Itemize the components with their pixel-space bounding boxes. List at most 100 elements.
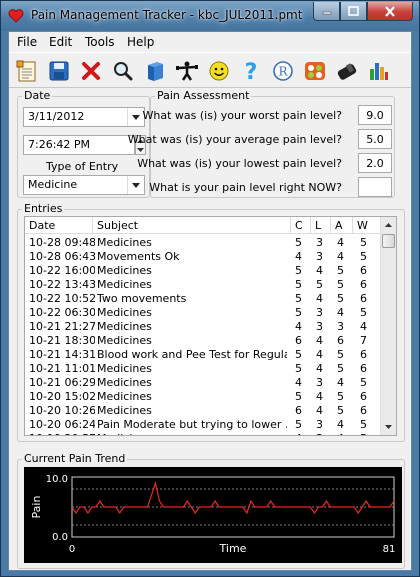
table-row[interactable]: 10-19 20:57Medicines 4 3 4 5 [25,432,381,435]
table-row[interactable]: 10-21 21:27 Medicines 4 3 3 4 [25,320,381,334]
search-button[interactable] [109,57,137,85]
exercise-button[interactable] [173,57,201,85]
book-icon [148,62,163,81]
row-date: 10-21 06:29 [29,376,95,389]
entry-type-select[interactable]: Medicine [23,175,145,195]
row-l: 5 [316,278,323,291]
row-a: 3 [337,320,344,333]
table-row[interactable]: 10-28 06:43 Movements Ok 4 3 4 5 [25,250,381,264]
medication-button[interactable] [333,57,361,85]
minimize-icon [322,11,331,15]
row-w: 4 [360,320,367,333]
reports-button[interactable] [365,57,393,85]
prescription-button[interactable]: R [269,57,297,85]
table-row[interactable]: 10-22 13:43 Medicines 5 5 5 6 [25,278,381,292]
row-w: 6 [360,348,367,361]
row-subject: Medicines [97,236,152,249]
row-a: 4 [337,306,344,319]
table-row[interactable]: 10-20 10:26 Medicines 6 4 5 6 [25,404,381,418]
table-row[interactable]: 10-21 11:01 Medicines 5 4 5 6 [25,362,381,376]
table-row[interactable]: 10-28 09:48 Medicines 5 3 4 5 [25,236,381,250]
current-pain-input[interactable] [358,177,392,197]
lowest-pain-input[interactable]: 2.0 [358,153,392,173]
journal-button[interactable] [141,57,169,85]
column-header-l[interactable]: L [311,217,331,234]
scroll-thumb[interactable] [382,234,395,248]
row-subject: Movements Ok [97,250,180,263]
row-a: 5 [337,278,344,291]
column-header-a[interactable]: A [331,217,353,234]
minimize-button[interactable] [313,2,340,21]
table-row[interactable]: 10-21 14:31 Blood work and Pee Test for R… [25,348,381,362]
row-date: 10-20 10:26 [29,404,95,417]
table-row[interactable]: 10-20 15:02 Medicines 5 4 5 6 [25,390,381,404]
date-group: Date 3/11/2012 7:26:42 PM Type of Entry … [17,89,150,198]
row-date: 10-21 14:31 [29,348,95,361]
help-button[interactable]: ? [237,57,265,85]
menu-edit[interactable]: Edit [47,35,74,49]
row-date: 10-21 18:30 [29,334,95,347]
menu-tools[interactable]: Tools [83,35,117,49]
pain-trend-chart: 10.0 0.0 Pain 0 81 Time [24,467,402,563]
menu-file[interactable]: File [15,35,39,49]
help-question-icon: ? [245,60,258,83]
column-header-c[interactable]: C [291,217,311,234]
new-entry-button[interactable] [13,57,41,85]
row-subject: Medicines [97,278,152,291]
scroll-down-icon[interactable] [381,420,396,434]
bar-chart-icon [370,63,388,80]
table-row[interactable]: 10-22 16:00 Medicines 5 4 5 6 [25,264,381,278]
toolbar: ? R [9,52,411,88]
delete-x-icon [82,62,100,80]
table-row[interactable]: 10-21 18:30 Medicines 6 4 6 7 [25,334,381,348]
row-c: 4 [295,432,309,435]
row-c: 6 [295,404,302,417]
close-button[interactable] [367,2,413,21]
average-pain-input[interactable]: 5.0 [358,129,392,149]
entries-list-header: Date Subject C L A W [25,217,381,234]
row-date: 10-28 06:43 [29,250,95,263]
entries-list[interactable]: Date Subject C L A W 10-28 09:48 Medicine… [24,216,397,436]
row-l: 3 [316,320,323,333]
date-group-label: Date [22,89,53,102]
menu-help[interactable]: Help [125,35,156,49]
pain-assessment-label: Pain Assessment [155,89,252,102]
row-c: 4 [295,376,302,389]
maximize-button[interactable] [340,2,367,21]
column-header-date[interactable]: Date [25,217,93,234]
title-bar[interactable]: Pain Management Tracker - kbc_JUL2011.pm… [1,1,419,31]
row-a: 4 [337,250,344,263]
row-subject: Medicines [97,404,152,417]
row-l: 4 [316,362,323,375]
row-date: 10-22 16:00 [29,264,95,277]
worst-pain-input[interactable]: 9.0 [358,105,392,125]
pain-assessment-group: Pain Assessment What was (is) your worst… [128,89,395,198]
client-area: File Edit Tools Help ? R Date 3/11/2012 … [8,31,412,571]
date-picker[interactable]: 3/11/2012 [23,107,145,127]
row-w: 6 [360,264,367,277]
table-row[interactable]: 10-22 06:30 Medicines 5 3 4 5 [25,306,381,320]
date-dropdown-arrow[interactable] [127,108,144,126]
row-w: 6 [360,362,367,375]
table-row[interactable]: 10-22 10:52 Two movements 5 4 5 6 [25,292,381,306]
scroll-up-icon[interactable] [381,218,396,232]
row-date: 10-21 11:01 [29,362,95,375]
search-magnifier-icon [114,62,133,81]
save-button[interactable] [45,57,73,85]
row-date: 10-20 15:02 [29,390,95,403]
entries-scrollbar[interactable] [380,217,396,435]
table-row[interactable]: 10-20 06:24 Pain Moderate but trying to l… [25,418,381,432]
medicines-button[interactable] [301,57,329,85]
time-field[interactable]: 7:26:42 PM [23,135,135,155]
column-header-w[interactable]: W [353,217,381,234]
delete-button[interactable] [77,57,105,85]
lowest-pain-question: What was (is) your lowest pain level? [137,157,342,170]
mood-button[interactable] [205,57,233,85]
row-l: 3 [316,306,323,319]
entry-type-dropdown-arrow[interactable] [127,176,144,194]
row-subject: Pain Moderate but trying to lower … [97,418,287,431]
worst-pain-question: What was (is) your worst pain level? [142,109,343,122]
app-heart-icon [8,9,24,23]
table-row[interactable]: 10-21 06:29 Medicines 4 3 4 5 [25,376,381,390]
column-header-subject[interactable]: Subject [93,217,291,234]
